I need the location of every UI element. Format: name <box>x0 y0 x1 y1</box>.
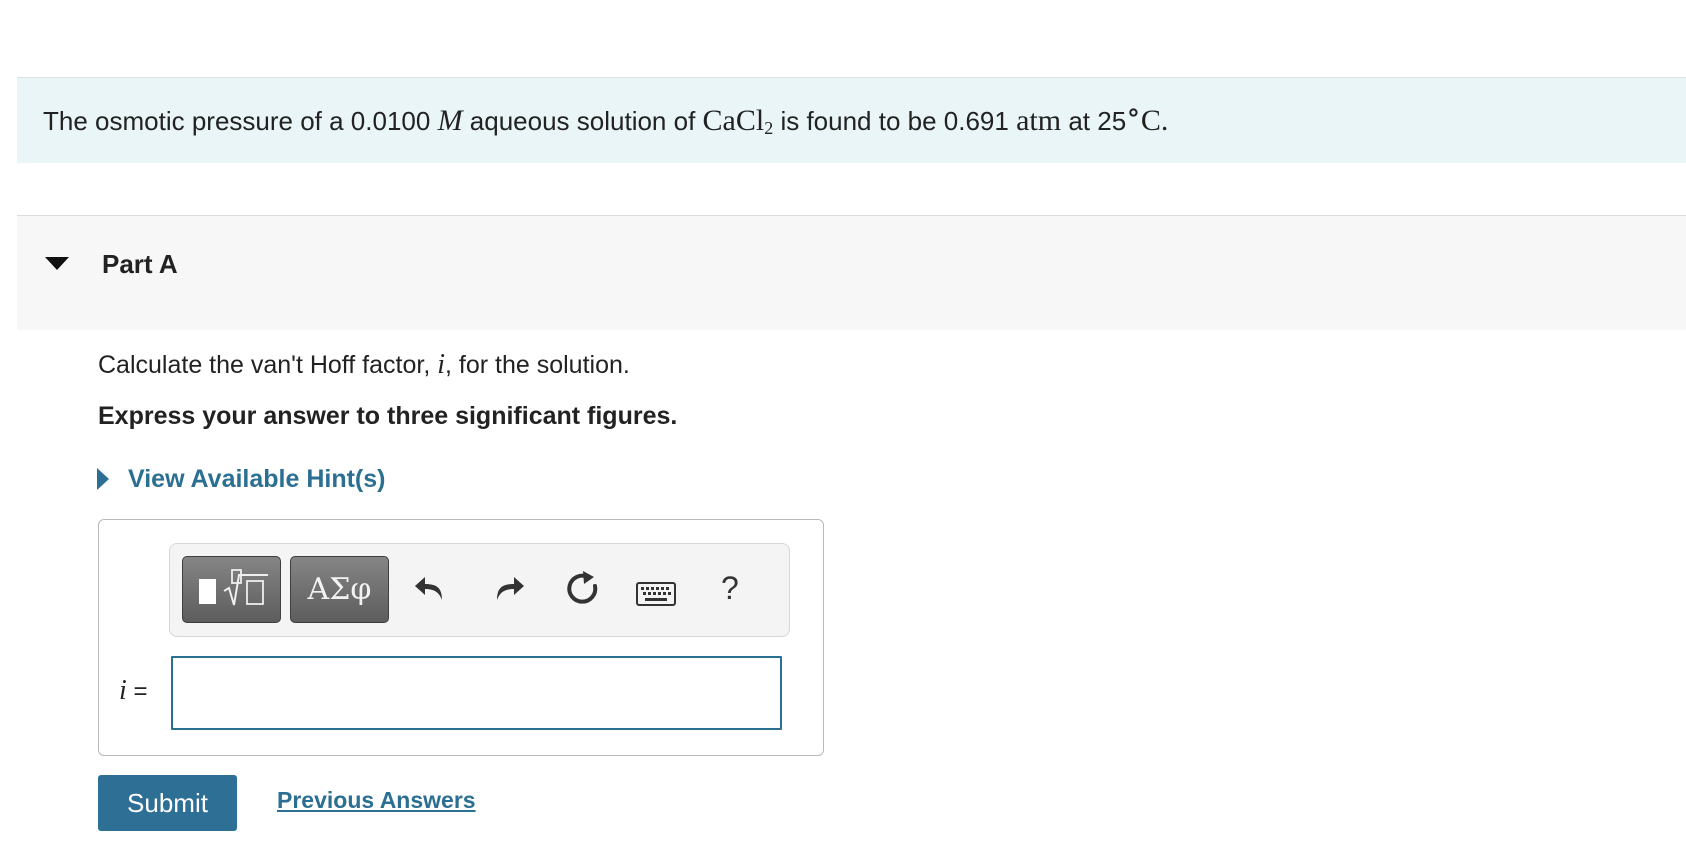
intro-text-mid: aqueous solution of <box>469 106 696 136</box>
intro-text-at: at 25 <box>1068 106 1127 136</box>
question-text: Calculate the van't Hoff factor, i, for … <box>98 349 630 381</box>
view-hints-label[interactable]: View Available Hint(s) <box>128 465 385 494</box>
unit-molar: M <box>437 104 463 137</box>
redo-icon[interactable] <box>490 570 526 611</box>
collapse-caret-icon[interactable] <box>45 257 69 270</box>
view-hints-toggle[interactable]: View Available Hint(s) <box>97 462 385 496</box>
greek-symbols-label: ΑΣφ <box>307 572 372 607</box>
question-text-after: , for the solution. <box>445 351 630 379</box>
help-icon[interactable]: ? <box>721 570 739 607</box>
question-variable: i <box>437 349 446 380</box>
unit-atm: atm <box>1016 104 1062 137</box>
answer-variable-label: i = <box>119 675 147 707</box>
compound-formula: CaCl2 <box>702 104 774 138</box>
answer-instruction: Express your answer to three significant… <box>98 402 678 430</box>
templates-icon <box>199 569 268 606</box>
compound-base: CaCl <box>702 104 765 137</box>
answer-input[interactable] <box>171 656 782 730</box>
reset-icon[interactable] <box>564 570 602 613</box>
degree-symbol: ∘ <box>1126 96 1141 129</box>
answer-variable: i <box>119 675 127 706</box>
compound-subscript: 2 <box>764 118 774 138</box>
part-a-header[interactable]: Part A <box>17 215 1686 330</box>
keyboard-icon[interactable] <box>636 582 676 611</box>
problem-statement: The osmotic pressure of a 0.0100 M aqueo… <box>43 96 1169 141</box>
part-title: Part A <box>102 249 178 279</box>
answer-box: ΑΣφ ? i = <box>98 519 824 756</box>
templates-button[interactable] <box>182 556 281 623</box>
problem-intro: The osmotic pressure of a 0.0100 M aqueo… <box>17 77 1686 163</box>
previous-answers-link[interactable]: Previous Answers <box>277 787 476 814</box>
answer-equals: = <box>133 678 148 705</box>
intro-text-before: The osmotic pressure of a 0.0100 <box>43 106 431 136</box>
intro-text-found: is found to be 0.691 <box>780 106 1009 136</box>
unit-celsius: C. <box>1140 104 1169 137</box>
undo-icon[interactable] <box>413 570 449 611</box>
math-toolbar: ΑΣφ ? <box>169 543 790 637</box>
expand-caret-icon[interactable] <box>97 468 109 490</box>
greek-symbols-button[interactable]: ΑΣφ <box>290 556 389 623</box>
question-text-before: Calculate the van't Hoff factor, <box>98 351 431 379</box>
submit-button[interactable]: Submit <box>98 775 237 831</box>
